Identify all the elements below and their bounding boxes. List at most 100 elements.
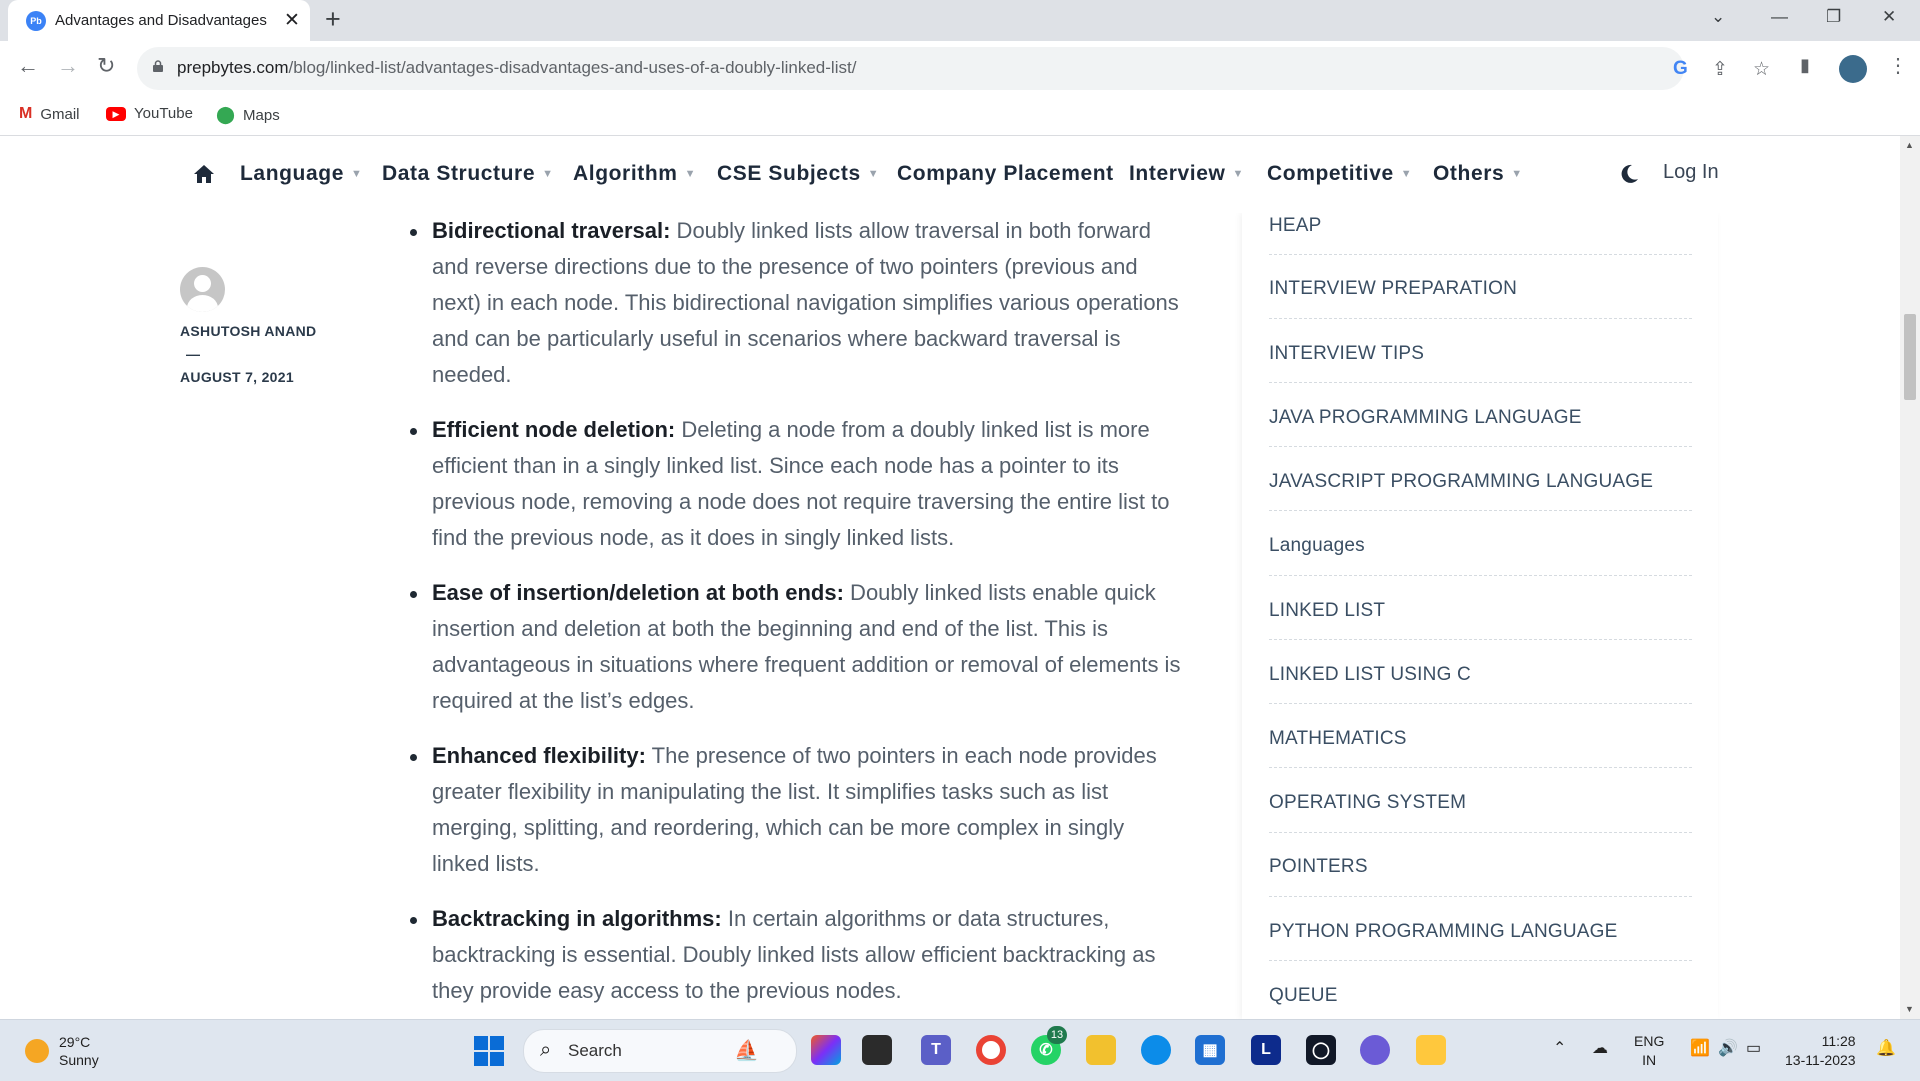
bookmark-star-icon[interactable]: ☆ bbox=[1753, 58, 1770, 81]
category-link[interactable]: POINTERS bbox=[1269, 856, 1692, 878]
scroll-up-icon[interactable]: ▲ bbox=[1905, 140, 1914, 150]
chrome-icon[interactable] bbox=[976, 1035, 1006, 1065]
divider bbox=[1269, 703, 1692, 704]
nav-others[interactable]: Others ▼ bbox=[1433, 162, 1523, 186]
task-view-icon[interactable] bbox=[862, 1035, 892, 1065]
store-icon[interactable]: ▦ bbox=[1195, 1035, 1225, 1065]
restore-icon[interactable]: ❐ bbox=[1826, 7, 1841, 27]
chevron-down-icon: ▼ bbox=[684, 168, 697, 180]
bookmarks-bar: M Gmail ▶ YouTube ⬤ Maps bbox=[0, 97, 1920, 136]
divider bbox=[1269, 446, 1692, 447]
windows-start-icon[interactable] bbox=[474, 1036, 504, 1066]
file-explorer-icon[interactable] bbox=[1086, 1035, 1116, 1065]
author-name[interactable]: ASHUTOSH ANAND bbox=[180, 323, 316, 339]
home-icon[interactable] bbox=[193, 163, 215, 185]
bullet-title: Bidirectional traversal: bbox=[432, 218, 671, 243]
wifi-icon[interactable]: 📶 bbox=[1690, 1038, 1710, 1058]
browser-tab[interactable]: Pb Advantages and Disadvantages ✕ bbox=[8, 0, 310, 41]
nav-cse-subjects[interactable]: CSE Subjects ▼ bbox=[717, 162, 879, 186]
list-item: Enhanced flexibility: The presence of tw… bbox=[405, 738, 1185, 882]
category-link[interactable]: INTERVIEW PREPARATION bbox=[1269, 278, 1692, 300]
tab-close-icon[interactable]: ✕ bbox=[284, 9, 300, 32]
search-icon: ⌕ bbox=[540, 1039, 552, 1061]
onedrive-cloud-icon[interactable]: ☁ bbox=[1592, 1038, 1608, 1058]
input-language[interactable]: ENG IN bbox=[1634, 1032, 1664, 1070]
copilot-icon[interactable] bbox=[811, 1035, 841, 1065]
youtube-icon: ▶ bbox=[106, 106, 126, 121]
url-text: prepbytes.com/blog/linked-list/advantage… bbox=[177, 58, 856, 78]
nav-label: Others bbox=[1433, 162, 1505, 185]
share-icon[interactable]: ⇪ bbox=[1712, 58, 1728, 81]
side-panel-icon[interactable]: ▮ bbox=[1800, 55, 1810, 76]
circle-app-icon[interactable]: ◯ bbox=[1306, 1035, 1336, 1065]
weather-widget[interactable]: 29°C Sunny bbox=[25, 1033, 99, 1069]
photos-folder-icon[interactable] bbox=[1416, 1035, 1446, 1065]
site-navigation: Language ▼ Data Structure ▼ Algorithm ▼ CSE… bbox=[0, 136, 1900, 214]
tab-search-chevron-icon[interactable]: ⌄ bbox=[1711, 7, 1725, 27]
nav-label: Interview bbox=[1129, 162, 1226, 185]
back-icon[interactable]: ← bbox=[17, 53, 39, 79]
bookmark-gmail[interactable]: M Gmail bbox=[19, 105, 80, 123]
menu-kebab-icon[interactable]: ⋮ bbox=[1888, 53, 1908, 78]
post-date: AUGUST 7, 2021 bbox=[180, 369, 294, 385]
new-tab-icon[interactable]: + bbox=[325, 4, 341, 35]
window-close-icon[interactable]: ✕ bbox=[1882, 7, 1896, 27]
nav-language[interactable]: Language ▼ bbox=[240, 162, 362, 186]
category-link[interactable]: INTERVIEW TIPS bbox=[1269, 343, 1692, 365]
volume-icon[interactable]: 🔊 bbox=[1718, 1038, 1738, 1058]
bookmark-maps[interactable]: ⬤ Maps bbox=[216, 105, 280, 125]
dark-mode-moon-icon[interactable] bbox=[1618, 163, 1640, 185]
nav-data-structure[interactable]: Data Structure ▼ bbox=[382, 162, 554, 186]
reload-icon[interactable]: ↻ bbox=[97, 53, 115, 79]
divider bbox=[1269, 639, 1692, 640]
battery-icon[interactable]: ▭ bbox=[1746, 1038, 1761, 1058]
category-link[interactable]: OPERATING SYSTEM bbox=[1269, 792, 1692, 814]
google-translate-icon[interactable]: G bbox=[1673, 58, 1688, 80]
nav-label: Data Structure bbox=[382, 162, 536, 185]
loop-app-icon[interactable] bbox=[1360, 1035, 1390, 1065]
l-app-icon[interactable]: L bbox=[1251, 1035, 1281, 1065]
category-link[interactable]: LINKED LIST USING C bbox=[1269, 664, 1692, 686]
bullet-title: Efficient node deletion: bbox=[432, 417, 676, 442]
notification-bell-icon[interactable]: 🔔 bbox=[1876, 1038, 1896, 1058]
nav-label: Competitive bbox=[1267, 162, 1394, 185]
taskbar-search[interactable]: ⌕ Search ⛵ bbox=[523, 1029, 797, 1073]
category-link[interactable]: Languages bbox=[1269, 535, 1692, 557]
page-scrollbar[interactable]: ▲ ▼ bbox=[1900, 136, 1920, 1019]
category-link[interactable]: PYTHON PROGRAMMING LANGUAGE bbox=[1269, 921, 1692, 943]
bookmark-youtube[interactable]: ▶ YouTube bbox=[106, 105, 193, 122]
minimize-icon[interactable]: — bbox=[1771, 7, 1788, 27]
address-bar[interactable]: prepbytes.com/blog/linked-list/advantage… bbox=[137, 47, 1770, 90]
category-link[interactable]: JAVASCRIPT PROGRAMMING LANGUAGE bbox=[1269, 471, 1692, 493]
teams-icon[interactable]: T bbox=[921, 1035, 951, 1065]
profile-avatar[interactable] bbox=[1839, 55, 1867, 83]
category-link[interactable]: QUEUE bbox=[1269, 985, 1692, 1007]
gmail-icon: M bbox=[19, 105, 33, 122]
divider bbox=[1269, 832, 1692, 833]
category-sidebar: HEAP INTERVIEW PREPARATION INTERVIEW TIP… bbox=[1242, 213, 1718, 1019]
nav-algorithm[interactable]: Algorithm ▼ bbox=[573, 162, 696, 186]
system-clock[interactable]: 11:28 13-11-2023 bbox=[1785, 1032, 1856, 1070]
nav-competitive[interactable]: Competitive ▼ bbox=[1267, 162, 1412, 186]
edge-icon[interactable] bbox=[1141, 1035, 1171, 1065]
nav-company-placement[interactable]: Company Placement bbox=[897, 162, 1114, 186]
url-path: /blog/linked-list/advantages-disadvantag… bbox=[288, 58, 857, 77]
login-link[interactable]: Log In bbox=[1663, 161, 1719, 184]
scroll-down-icon[interactable]: ▼ bbox=[1905, 1004, 1914, 1014]
list-item: Efficient node deletion: Deleting a node… bbox=[405, 412, 1185, 556]
scrollbar-thumb[interactable] bbox=[1904, 314, 1916, 400]
chevron-down-icon: ▼ bbox=[1400, 168, 1413, 180]
divider bbox=[1269, 318, 1692, 319]
nav-interview[interactable]: Interview ▼ bbox=[1129, 162, 1244, 186]
chevron-down-icon: ▼ bbox=[1232, 168, 1244, 180]
divider bbox=[1269, 382, 1692, 383]
tray-overflow-icon[interactable]: ⌃ bbox=[1553, 1038, 1566, 1058]
category-link[interactable]: LINKED LIST bbox=[1269, 600, 1692, 622]
lock-icon bbox=[153, 60, 163, 72]
category-link[interactable]: MATHEMATICS bbox=[1269, 728, 1692, 750]
category-link[interactable]: HEAP bbox=[1269, 215, 1692, 237]
nav-label: CSE Subjects bbox=[717, 162, 861, 185]
forward-icon[interactable]: → bbox=[57, 53, 79, 79]
author-block: ASHUTOSH ANAND — AUGUST 7, 2021 bbox=[180, 267, 316, 385]
category-link[interactable]: JAVA PROGRAMMING LANGUAGE bbox=[1269, 407, 1692, 429]
